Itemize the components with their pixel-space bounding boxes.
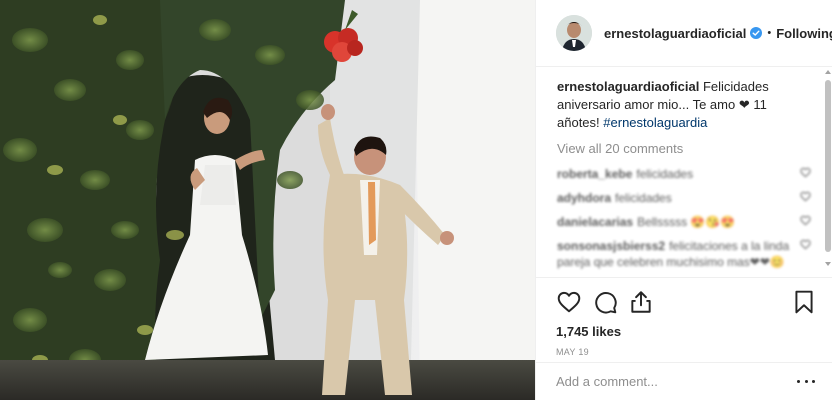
heart-icon[interactable] (556, 289, 582, 315)
comment-like-icon[interactable] (800, 215, 811, 226)
comment-username[interactable]: danielacarias (557, 215, 633, 229)
caption-username[interactable]: ernestolaguardiaoficial (557, 79, 699, 94)
comment-text: Bellsssss 😍😘😍 (637, 215, 736, 229)
comment-username[interactable]: roberta_kebe (557, 167, 632, 181)
comment-like-icon[interactable] (800, 167, 811, 178)
header-separator: • (767, 27, 772, 39)
comment-item: sonsonasjsbierss2 felicitaciones a la lin… (557, 238, 811, 270)
header-username[interactable]: ernestolaguardiaoficial (604, 26, 746, 41)
verified-badge-icon (750, 27, 763, 39)
following-button[interactable]: Following (776, 26, 832, 41)
bookmark-icon[interactable] (791, 289, 817, 315)
post-actions: 1,745 likes MAY 19 (536, 277, 832, 364)
comment-item: adyhdora felicidades (557, 190, 811, 206)
comments-section: ernestolaguardiaoficial Felicidades aniv… (536, 67, 832, 277)
comment-like-icon[interactable] (800, 239, 811, 250)
share-icon[interactable] (628, 289, 654, 315)
comment-item: danielacarias Bellsssss 😍😘😍 (557, 214, 811, 230)
action-buttons-row (556, 285, 817, 319)
scrollbar-thumb[interactable] (825, 80, 831, 252)
post-detail-panel: ernestolaguardiaoficial • Following erne… (535, 0, 832, 400)
view-all-comments-link[interactable]: View all 20 comments (557, 140, 811, 158)
comment-username[interactable]: sonsonasjsbierss2 (557, 239, 665, 253)
post-header: ernestolaguardiaoficial • Following (536, 0, 832, 67)
comment-bubble-icon[interactable] (592, 289, 618, 315)
post-caption: ernestolaguardiaoficial Felicidades aniv… (557, 78, 811, 132)
scroll-up-arrow-icon[interactable] (825, 70, 831, 74)
comment-like-icon[interactable] (800, 191, 811, 202)
post-photo[interactable] (0, 0, 535, 400)
more-options-icon[interactable] (797, 379, 815, 385)
comment-username[interactable]: adyhdora (557, 191, 611, 205)
add-comment-input[interactable] (556, 374, 797, 389)
header-user-line: ernestolaguardiaoficial • Following (604, 26, 832, 41)
comment-text: felicidades (615, 191, 672, 205)
wedding-photo-image (0, 0, 535, 400)
post-date[interactable]: MAY 19 (556, 347, 817, 357)
caption-hashtag[interactable]: #ernestolaguardia (603, 115, 707, 130)
comment-text: felicidades (636, 167, 694, 181)
scroll-down-arrow-icon[interactable] (825, 262, 831, 266)
avatar[interactable] (556, 15, 592, 51)
add-comment-bar (536, 362, 832, 400)
likes-count[interactable]: 1,745 likes (556, 323, 817, 341)
comment-item: roberta_kebe felicidades (557, 166, 811, 182)
